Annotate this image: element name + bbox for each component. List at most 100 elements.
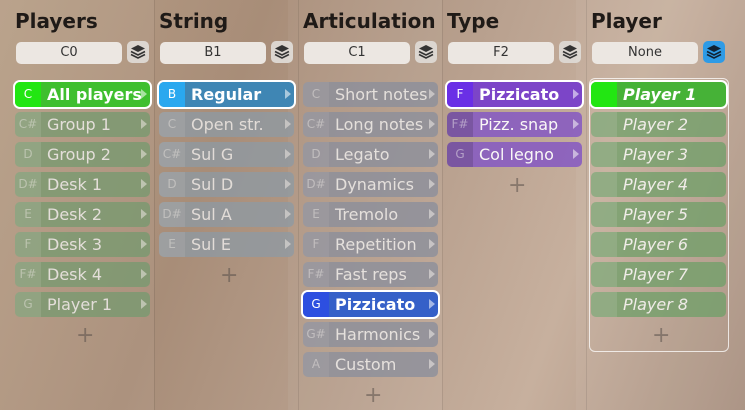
list-item[interactable]: F# Fast reps [303,262,438,287]
item-label: Open str. [191,115,264,134]
layer-button[interactable] [703,41,725,63]
list-item[interactable]: Player 6 [591,232,726,257]
add-item-button[interactable]: + [652,325,670,347]
item-label: Custom [335,355,397,374]
key-switch-field[interactable]: B1 [160,42,266,64]
list-item[interactable]: G# Harmonics [303,322,438,347]
item-label: Pizzicato [479,85,560,104]
chevron-right-icon [285,179,291,189]
add-item-button[interactable]: + [364,385,382,407]
item-label: Harmonics [335,325,421,344]
chevron-right-icon [429,149,435,159]
key-label: C [303,82,329,107]
list-item[interactable]: E Desk 2 [15,202,150,227]
key-label [591,262,617,287]
key-label: G [447,142,473,167]
item-label: Player 1 [47,295,113,314]
column-title: String [159,9,229,33]
key-switch-field[interactable]: C1 [304,42,410,64]
list-item[interactable]: Player 2 [591,112,726,137]
list-item[interactable]: Player 3 [591,142,726,167]
list-item[interactable]: C Open str. [159,112,294,137]
chevron-right-icon [285,149,291,159]
chevron-right-icon [573,89,579,99]
list-item[interactable]: C# Long notes [303,112,438,137]
list-item[interactable]: F# Pizz. snap [447,112,582,137]
key-label: C [159,112,185,137]
key-label: C [15,82,41,107]
item-label: Player 7 [623,265,689,284]
chevron-right-icon [285,239,291,249]
list-item[interactable]: Player 8 [591,292,726,317]
list-item[interactable]: A Custom [303,352,438,377]
chevron-right-icon [141,149,147,159]
item-label: All players [47,85,142,104]
list-item[interactable]: B Regular [159,82,294,107]
list-item[interactable]: D# Desk 1 [15,172,150,197]
list-item[interactable]: D Legato [303,142,438,167]
key-label [591,112,617,137]
list-item[interactable]: E Tremolo [303,202,438,227]
item-label: Dynamics [335,175,414,194]
list-item[interactable]: E Sul E [159,232,294,257]
list-item[interactable]: Player 4 [591,172,726,197]
list-item[interactable]: F Repetition [303,232,438,257]
list-item[interactable]: G Pizzicato [303,292,438,317]
key-label [591,292,617,317]
key-label: E [303,202,329,227]
column-title: Player [591,9,662,33]
key-label [591,172,617,197]
key-label [591,232,617,257]
chevron-right-icon [429,299,435,309]
item-label: Sul A [191,205,232,224]
chevron-right-icon [141,299,147,309]
chevron-right-icon [285,209,291,219]
key-label: D [303,142,329,167]
list-item[interactable]: Player 5 [591,202,726,227]
item-label: Player 5 [623,205,689,224]
key-switch-field[interactable]: C0 [16,42,122,64]
list-item[interactable]: D Sul D [159,172,294,197]
item-label: Group 2 [47,145,111,164]
add-item-button[interactable]: + [76,325,94,347]
key-label: B [159,82,185,107]
list-item[interactable]: G Player 1 [15,292,150,317]
list-item[interactable]: Player 1 [591,82,726,107]
item-label: Sul G [191,145,234,164]
item-label: Desk 2 [47,205,103,224]
chevron-right-icon [141,179,147,189]
item-label: Fast reps [335,265,407,284]
list-item[interactable]: D# Dynamics [303,172,438,197]
list-item[interactable]: G Col legno [447,142,582,167]
list-item[interactable]: C# Sul G [159,142,294,167]
item-label: Long notes [335,115,424,134]
item-label: Group 1 [47,115,111,134]
key-label: D# [15,172,41,197]
list-item[interactable]: F# Desk 4 [15,262,150,287]
chevron-right-icon [573,149,579,159]
item-label: Player 4 [623,175,689,194]
list-item[interactable]: C# Group 1 [15,112,150,137]
list-item[interactable]: D Group 2 [15,142,150,167]
list-item[interactable]: C Short notes [303,82,438,107]
chevron-right-icon [429,329,435,339]
list-item[interactable]: Player 7 [591,262,726,287]
list-item[interactable]: F Desk 3 [15,232,150,257]
list-item[interactable]: F Pizzicato [447,82,582,107]
item-label: Legato [335,145,390,164]
item-label: Short notes [335,85,428,104]
key-label: A [303,352,329,377]
add-item-button[interactable]: + [220,265,238,287]
chevron-right-icon [429,269,435,279]
key-switch-field[interactable]: None [592,42,698,64]
key-switch-field[interactable]: F2 [448,42,554,64]
column-title: Articulation [303,9,436,33]
key-label: C# [303,112,329,137]
add-item-button[interactable]: + [508,175,526,197]
list-item[interactable]: C All players [15,82,150,107]
item-label: Desk 1 [47,175,103,194]
chevron-right-icon [141,209,147,219]
chevron-right-icon [285,89,291,99]
key-label: F# [15,262,41,287]
list-item[interactable]: D# Sul A [159,202,294,227]
